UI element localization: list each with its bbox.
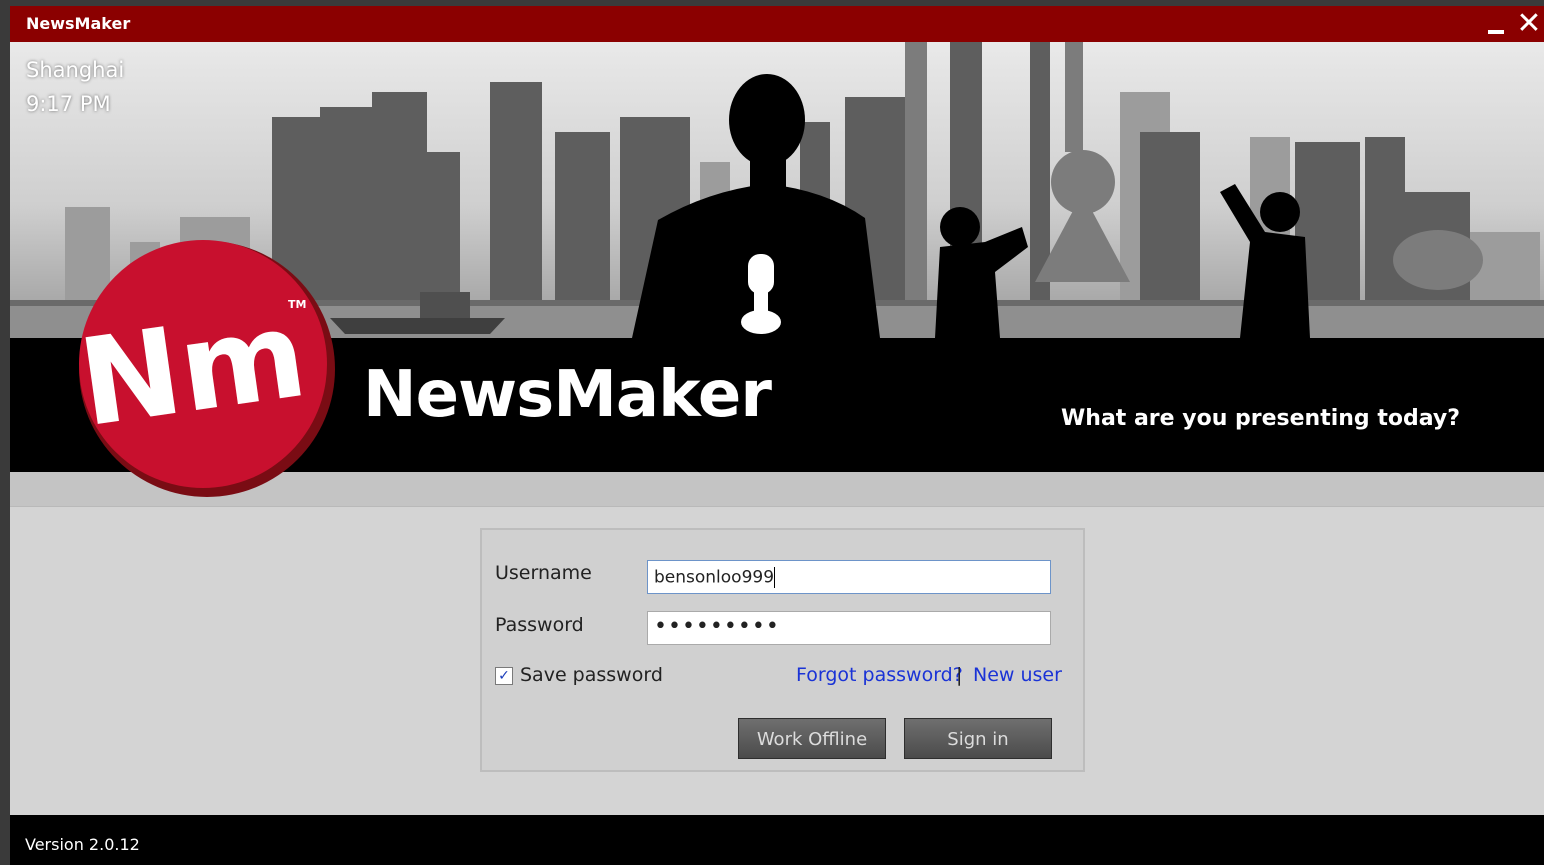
newsmaker-logo: Nm TM [76,240,335,497]
forgot-password-link[interactable]: Forgot password? [796,664,963,686]
login-form: Username bensonloo999 Password •••••••••… [480,528,1085,772]
work-offline-button[interactable]: Work Offline [738,718,886,759]
text-caret [774,567,776,588]
password-input[interactable]: ••••••••• [647,611,1051,645]
window-title: NewsMaker [26,14,131,33]
sign-in-button[interactable]: Sign in [904,718,1052,759]
save-password-checkbox[interactable]: ✓ [495,667,513,685]
trademark-mark: TM [288,298,306,311]
close-icon[interactable]: ✕ [1514,6,1544,42]
status-bar: Version 2.0.12 [10,815,1544,865]
password-mask: ••••••••• [654,614,780,639]
login-window: NewsMaker ✕ Shanghai 9:17 PM NewsMaker W… [10,6,1544,865]
save-password-label[interactable]: Save password [520,664,663,686]
title-bar[interactable]: NewsMaker ✕ [10,6,1544,43]
city-name: Shanghai [26,58,125,82]
minimize-icon[interactable] [1480,6,1510,42]
link-separator: | [956,664,963,686]
city-time: 9:17 PM [26,92,111,116]
password-label: Password [495,614,584,636]
username-label: Username [495,562,592,584]
version-label: Version 2.0.12 [25,835,140,854]
username-value: bensonloo999 [654,567,775,588]
brand-name: NewsMaker [363,358,772,432]
tagline: What are you presenting today? [1061,406,1460,431]
new-user-link[interactable]: New user [973,664,1062,686]
username-input[interactable]: bensonloo999 [647,560,1051,594]
